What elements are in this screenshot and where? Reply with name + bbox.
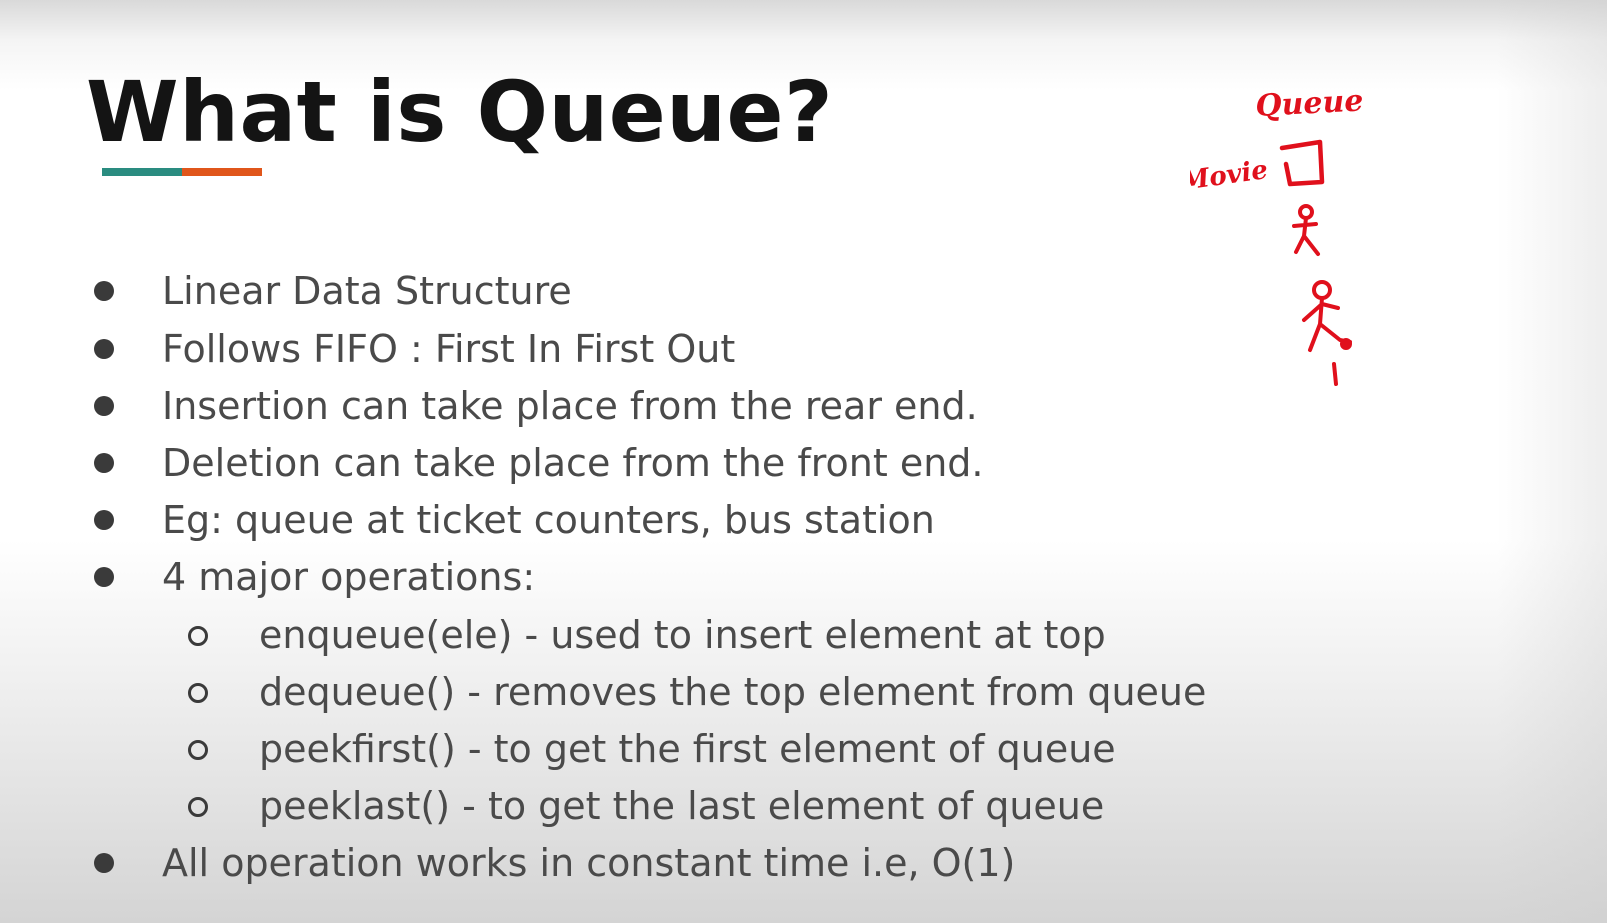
bullet-dot-icon [94,453,114,473]
sub-bullet-item: enqueue(ele) - used to insert element at… [188,612,1106,658]
bullet-item: Insertion can take place from the rear e… [94,383,978,429]
person-stick-figure-icon [1292,204,1320,256]
slide: What is Queue? Linear Data Structure Fol… [0,0,1607,923]
person-stick-figure-icon [1302,280,1352,386]
sub-bullet-item: peeklast() - to get the last element of … [188,783,1105,829]
sub-bullet-item: dequeue() - removes the top element from… [188,669,1207,715]
hollow-bullet-icon [188,626,208,646]
bullet-dot-icon [94,853,114,873]
bullet-text: Eg: queue at ticket counters, bus statio… [162,498,935,542]
sub-bullet-text: enqueue(ele) - used to insert element at… [259,613,1106,657]
queue-sketch-annotation: Queue Movie [1190,83,1365,386]
bullet-text: Deletion can take place from the front e… [162,441,984,485]
sub-bullet-text: peekfirst() - to get the first element o… [259,727,1116,771]
bullet-text: 4 major operations: [162,555,536,599]
bullet-dot-icon [94,281,114,301]
queue-handwritten-label: Queue [1255,83,1365,124]
bullet-dot-icon [94,510,114,530]
hollow-bullet-icon [188,683,208,703]
ticket-counter-icon [1279,139,1325,187]
hollow-bullet-icon [188,797,208,817]
bullet-item: Eg: queue at ticket counters, bus statio… [94,497,935,543]
bullet-item: Linear Data Structure [94,268,572,314]
sub-bullet-text: peeklast() - to get the last element of … [259,784,1105,828]
bullet-item: Follows FIFO : First In First Out [94,326,736,372]
bullet-text: Linear Data Structure [162,269,572,313]
bullet-item: All operation works in constant time i.e… [94,840,1016,886]
bullet-item: Deletion can take place from the front e… [94,440,984,486]
hollow-bullet-icon [188,740,208,760]
sub-bullet-text: dequeue() - removes the top element from… [259,670,1207,714]
sub-bullet-item: peekfirst() - to get the first element o… [188,726,1116,772]
bullet-item: 4 major operations: [94,554,536,600]
bullet-dot-icon [94,396,114,416]
bullet-text: Follows FIFO : First In First Out [162,327,736,371]
movie-handwritten-label: Movie [1190,155,1270,197]
bullet-dot-icon [94,567,114,587]
bullet-dot-icon [94,339,114,359]
bullet-text: Insertion can take place from the rear e… [162,384,978,428]
bullet-text: All operation works in constant time i.e… [162,841,1016,885]
